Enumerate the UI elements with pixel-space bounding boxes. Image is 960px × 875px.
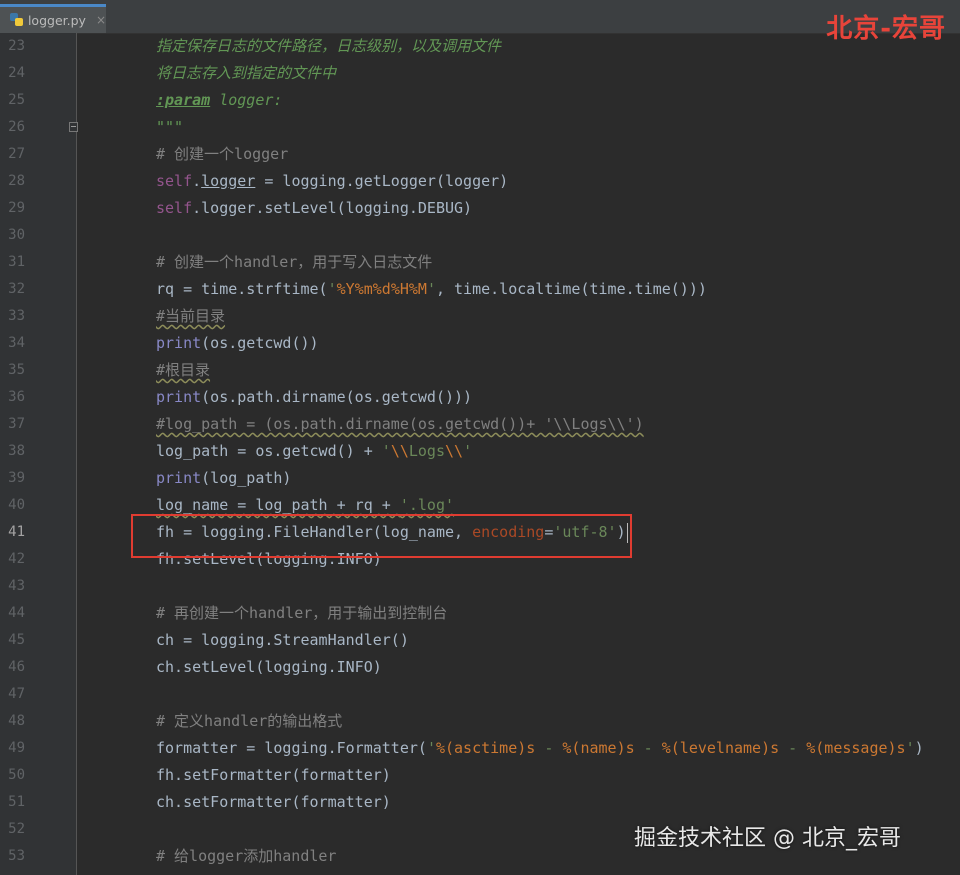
code-line[interactable]: 27 # 创建一个logger — [0, 141, 960, 168]
code-text: # 再创建一个handler，用于输出到控制台 — [156, 604, 448, 622]
code-text: formatter = logging.Formatter('%(asctime… — [156, 739, 924, 757]
line-number: 47 — [8, 686, 25, 702]
line-number: 31 — [8, 254, 25, 270]
line-number: 23 — [8, 38, 25, 54]
line-number: 45 — [8, 632, 25, 648]
line-number: 37 — [8, 416, 25, 432]
code-line[interactable]: 42 fh.setLevel(logging.INFO) — [0, 546, 960, 573]
code-text: 指定保存日志的文件路径，日志级别，以及调用文件 — [156, 37, 502, 55]
close-tab-icon[interactable]: × — [96, 13, 106, 27]
code-line[interactable]: 45 ch = logging.StreamHandler() — [0, 627, 960, 654]
line-number: 35 — [8, 362, 25, 378]
code-line[interactable]: 40 log_name = log_path + rq + '.log' — [0, 492, 960, 519]
code-line[interactable]: 31 # 创建一个handler，用于写入日志文件 — [0, 249, 960, 276]
line-number: 36 — [8, 389, 25, 405]
code-text: #当前目录 — [156, 307, 226, 325]
line-number: 50 — [8, 767, 25, 783]
code-text: fh.setLevel(logging.INFO) — [156, 550, 382, 568]
code-text: """ — [156, 118, 184, 136]
code-line[interactable]: 26 """ — [0, 114, 960, 141]
code-text: #根目录 — [156, 361, 211, 379]
line-number: 46 — [8, 659, 25, 675]
code-line[interactable]: 29 self.logger.setLevel(logging.DEBUG) — [0, 195, 960, 222]
line-number: 32 — [8, 281, 25, 297]
line-number: 25 — [8, 92, 25, 108]
code-line[interactable]: 35 #根目录 — [0, 357, 960, 384]
code-line[interactable]: 43 — [0, 573, 960, 600]
tab-logger-py[interactable]: logger.py × — [0, 4, 106, 33]
code-line[interactable]: 47 — [0, 681, 960, 708]
watermark-bottom: 掘金技术社区 @ 北京_宏哥 — [634, 826, 901, 851]
code-text: fh = logging.FileHandler(log_name, encod… — [156, 522, 628, 543]
code-line[interactable]: 51 ch.setFormatter(formatter) — [0, 789, 960, 816]
line-number: 49 — [8, 740, 25, 756]
code-text: print(log_path) — [156, 469, 292, 487]
fold-marker-icon[interactable] — [69, 122, 78, 132]
line-number: 29 — [8, 200, 25, 216]
code-text: # 给logger添加handler — [156, 847, 337, 865]
line-number: 43 — [8, 578, 25, 594]
code-text: rq = time.strftime('%Y%m%d%H%M', time.lo… — [156, 280, 707, 298]
line-number: 27 — [8, 146, 25, 162]
code-text: print(os.getcwd()) — [156, 334, 319, 352]
code-line[interactable]: 46 ch.setLevel(logging.INFO) — [0, 654, 960, 681]
line-number: 24 — [8, 65, 25, 81]
tab-label: logger.py — [27, 12, 86, 28]
code-line[interactable]: 49 formatter = logging.Formatter('%(ascti… — [0, 735, 960, 762]
code-text: self.logger = logging.getLogger(logger) — [156, 172, 509, 190]
line-number: 41 — [8, 524, 25, 540]
line-number: 44 — [8, 605, 25, 621]
code-line[interactable]: 23 指定保存日志的文件路径，日志级别，以及调用文件 — [0, 33, 960, 60]
code-line[interactable]: 50 fh.setFormatter(formatter) — [0, 762, 960, 789]
line-number: 39 — [8, 470, 25, 486]
code-line[interactable]: 32 rq = time.strftime('%Y%m%d%H%M', time.… — [0, 276, 960, 303]
line-number: 33 — [8, 308, 25, 324]
editor-tab-bar: logger.py × 北京-宏哥 — [0, 0, 960, 44]
code-text: log_name = log_path + rq + '.log' — [156, 496, 455, 514]
code-text: #log_path = (os.path.dirname(os.getcwd()… — [156, 415, 644, 433]
code-line[interactable]: 39 print(log_path) — [0, 465, 960, 492]
line-number: 48 — [8, 713, 25, 729]
line-number: 30 — [8, 227, 25, 243]
code-text: # 创建一个handler，用于写入日志文件 — [156, 253, 433, 271]
code-text: 将日志存入到指定的文件中 — [156, 64, 337, 82]
code-text: fh.setFormatter(formatter) — [156, 766, 391, 784]
code-line[interactable]: 44 # 再创建一个handler，用于输出到控制台 — [0, 600, 960, 627]
code-line[interactable]: 37 #log_path = (os.path.dirname(os.getcwd… — [0, 411, 960, 438]
code-line[interactable]: 25 :param logger: — [0, 87, 960, 114]
code-text: :param logger: — [156, 91, 283, 109]
line-number: 28 — [8, 173, 25, 189]
code-line[interactable]: 24 将日志存入到指定的文件中 — [0, 60, 960, 87]
code-line[interactable]: 34 print(os.getcwd()) — [0, 330, 960, 357]
code-line[interactable]: 28 self.logger = logging.getLogger(logger… — [0, 168, 960, 195]
code-line[interactable]: 38 log_path = os.getcwd() + '\\Logs\\' — [0, 438, 960, 465]
code-line[interactable]: 33 #当前目录 — [0, 303, 960, 330]
line-number: 53 — [8, 848, 25, 864]
code-text: ch = logging.StreamHandler() — [156, 631, 409, 649]
code-line[interactable]: 48 # 定义handler的输出格式 — [0, 708, 960, 735]
code-editor[interactable]: 23 指定保存日志的文件路径，日志级别，以及调用文件 24 将日志存入到指定的文件中 2… — [0, 33, 960, 875]
code-text: print(os.path.dirname(os.getcwd())) — [156, 388, 473, 406]
code-line[interactable]: 41 fh = logging.FileHandler(log_name, enc… — [0, 519, 960, 546]
line-number: 51 — [8, 794, 25, 810]
code-text: log_path = os.getcwd() + '\\Logs\\' — [156, 442, 473, 460]
line-number: 40 — [8, 497, 25, 513]
code-text: # 定义handler的输出格式 — [156, 712, 343, 730]
line-number: 26 — [8, 119, 25, 135]
line-number: 52 — [8, 821, 25, 837]
code-line[interactable]: 36 print(os.path.dirname(os.getcwd())) — [0, 384, 960, 411]
line-number: 34 — [8, 335, 25, 351]
line-number: 38 — [8, 443, 25, 459]
code-line[interactable]: 30 — [0, 222, 960, 249]
code-text: # 创建一个logger — [156, 145, 289, 163]
text-caret — [626, 522, 628, 543]
code-text: ch.setFormatter(formatter) — [156, 793, 391, 811]
python-file-icon — [10, 13, 24, 27]
code-text: self.logger.setLevel(logging.DEBUG) — [156, 199, 473, 217]
line-number: 42 — [8, 551, 25, 567]
code-text: ch.setLevel(logging.INFO) — [156, 658, 382, 676]
